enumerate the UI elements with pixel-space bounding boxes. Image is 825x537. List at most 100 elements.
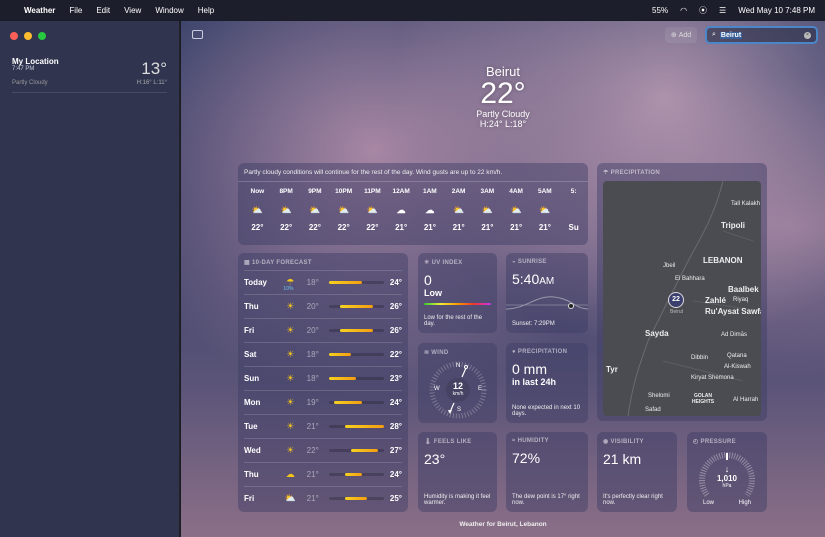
map-label: Safad	[645, 407, 661, 413]
hour-temp: 21°	[510, 223, 523, 232]
precipitation-map[interactable]: Tall Kalakh Tripoli LEBANON Jbeil El Bahhara…	[603, 181, 761, 416]
uv-title: UV INDEX	[431, 260, 463, 266]
partly-cloudy-icon: ⛅	[510, 205, 522, 215]
gauge-icon: ◴	[693, 439, 701, 445]
forecast-row[interactable]: Thu ☁ 21° 24°	[244, 462, 402, 486]
partly-cloudy-icon: ⛅	[251, 205, 263, 215]
forecast-row[interactable]: Thu ☀ 20° 26°	[244, 294, 402, 318]
hour-label: 3AM	[480, 188, 495, 195]
add-button[interactable]: ⊕ Add	[665, 27, 697, 43]
uv-note: Low for the rest of the day.	[424, 315, 483, 327]
map-pin-beirut[interactable]: 22	[668, 292, 684, 308]
search-input[interactable]: ⌕ Beirut ×	[705, 26, 818, 44]
hour-item: 10PM ⛅ 22°	[329, 188, 358, 232]
hour-label: 5AM	[538, 188, 552, 195]
hour-item: 3AM ⛅ 21°	[473, 188, 502, 232]
humidity-card[interactable]: ≈ HUMIDITY 72% The dew point is 17° righ…	[506, 432, 588, 512]
visibility-note: It's perfectly clear right now.	[603, 494, 663, 506]
feels-like-card[interactable]: 🌡︎ FEELS LIKE 23° Humidity is making it …	[418, 432, 497, 512]
sidebar: My Location 7:47 PM Partly Cloudy 13° H:…	[0, 21, 180, 537]
temp-range-bar	[328, 473, 384, 476]
menu-file[interactable]: File	[69, 6, 82, 15]
pressure-value: 1,010	[716, 474, 738, 483]
partly-cloudy-icon: ⛅	[338, 205, 350, 215]
hour-label: 4AM	[509, 188, 523, 195]
menu-bar: Weather File Edit View Window Help 55% ◠…	[0, 0, 825, 20]
close-button[interactable]	[10, 32, 18, 40]
forecast-day: Thu	[244, 302, 259, 311]
uv-index-card[interactable]: ☀ UV INDEX 0 Low Low for the rest of the…	[418, 253, 497, 333]
map-label: Zahlé	[705, 296, 726, 305]
uv-level: Low	[424, 288, 442, 298]
forecast-low: 21°	[306, 422, 319, 431]
forecast-high: 24°	[389, 398, 402, 407]
temp-range-bar	[328, 377, 384, 380]
sun-icon: ☀	[424, 260, 432, 266]
sunrise-card[interactable]: ◒ SUNRISE 5:40AM Sunset: 7:29PM	[506, 253, 588, 333]
feels-value: 23°	[424, 451, 446, 467]
wifi-icon[interactable]: ◠	[680, 6, 687, 15]
uv-value: 0	[424, 272, 432, 288]
temp-range-fill	[328, 377, 357, 380]
map-label: Al Harrah	[733, 397, 759, 403]
zoom-button[interactable]	[38, 32, 46, 40]
sunrise-title: SUNRISE	[517, 259, 547, 265]
precipitation-map-card[interactable]: ☂ PRECIPITATION Tall Kalakh Tripoli LEBANO…	[597, 163, 767, 421]
pressure-card[interactable]: ◴ PRESSURE ↓ 1,010 hPa Low High	[687, 432, 767, 512]
forecast-row[interactable]: Tue ☀ 21° 28°	[244, 414, 402, 438]
menu-view[interactable]: View	[124, 6, 141, 15]
hour-item: 1AM ☁ 21°	[416, 188, 445, 232]
forecast-low: 22°	[306, 446, 319, 455]
forecast-day: Thu	[244, 470, 259, 479]
temp-range-bar	[328, 329, 384, 332]
clear-search-icon[interactable]: ×	[804, 31, 811, 39]
partly-sunny-icon: ⛅	[284, 493, 296, 503]
forecast-row[interactable]: Today ☂ 10% 18° 24°	[244, 270, 402, 294]
wind-card[interactable]: ≋ WIND N E S W 12 km/h	[418, 343, 497, 423]
precipitation-title: PRECIPITATION	[517, 349, 568, 355]
play-icon[interactable]: ⦿	[699, 5, 707, 16]
map-label: Ru'Aysat Sawfar	[705, 307, 761, 316]
feels-note: Humidity is making it feel warmer.	[424, 494, 491, 506]
forecast-row[interactable]: Fri ⛅ 21° 25°	[244, 486, 402, 510]
wind-title: WIND	[431, 350, 449, 356]
partly-cloudy-icon: ⛅	[453, 205, 465, 215]
battery-status[interactable]: 55%	[652, 6, 668, 15]
map-label: LEBANON	[703, 256, 743, 265]
hourly-forecast[interactable]: Partly cloudy conditions will continue f…	[238, 163, 588, 245]
visibility-card[interactable]: ◉ VISIBILITY 21 km It's perfectly clear …	[597, 432, 677, 512]
sun-icon: ☀	[286, 301, 295, 311]
map-label: El Bahhara	[675, 276, 705, 282]
forecast-title: 10-DAY FORECAST	[251, 260, 312, 266]
hour-item: Now ⛅ 22°	[243, 188, 272, 232]
temp-range-bar	[328, 281, 384, 284]
precipitation-note: None expected in next 10 days.	[512, 405, 581, 417]
control-center-icon[interactable]: ☰	[719, 6, 726, 15]
forecast-row[interactable]: Wed ☀ 22° 27°	[244, 438, 402, 462]
partly-cloudy-icon: ⛅	[309, 205, 321, 215]
current-hilo: H:24° L:18°	[479, 119, 527, 129]
hour-temp: 21°	[452, 223, 465, 232]
sidebar-toggle-icon[interactable]	[192, 30, 203, 39]
pressure-unit: hPa	[722, 483, 732, 489]
menu-app[interactable]: Weather	[24, 6, 55, 15]
forecast-row[interactable]: Sat ☀ 18° 22°	[244, 342, 402, 366]
forecast-row[interactable]: Mon ☀ 19° 24°	[244, 390, 402, 414]
forecast-row[interactable]: Fri ☀ 20° 26°	[244, 318, 402, 342]
minimize-button[interactable]	[24, 32, 32, 40]
forecast-row[interactable]: Sun ☀ 18° 23°	[244, 366, 402, 390]
menu-help[interactable]: Help	[198, 6, 214, 15]
precip-chance: 10%	[283, 286, 294, 292]
menu-window[interactable]: Window	[155, 6, 183, 15]
precipitation-sub: in last 24h	[512, 377, 557, 387]
ten-day-forecast[interactable]: ▦ 10-DAY FORECAST Today ☂ 10% 18° 24° Thu ☀ 20°…	[238, 253, 408, 512]
menu-edit[interactable]: Edit	[96, 6, 110, 15]
sunset-time: Sunset: 7:29PM	[512, 321, 555, 327]
partly-cloudy-icon: ⛅	[481, 205, 493, 215]
forecast-high: 24°	[389, 470, 402, 479]
precipitation-card[interactable]: ● PRECIPITATION 0 mm in last 24h None ex…	[506, 343, 588, 423]
location-item-my-location[interactable]: My Location 7:47 PM Partly Cloudy 13° H:…	[12, 57, 167, 93]
map-label: Tripoli	[721, 221, 745, 230]
clock[interactable]: Wed May 10 7:48 PM	[738, 6, 815, 15]
hour-item: 2AM ⛅ 21°	[444, 188, 473, 232]
